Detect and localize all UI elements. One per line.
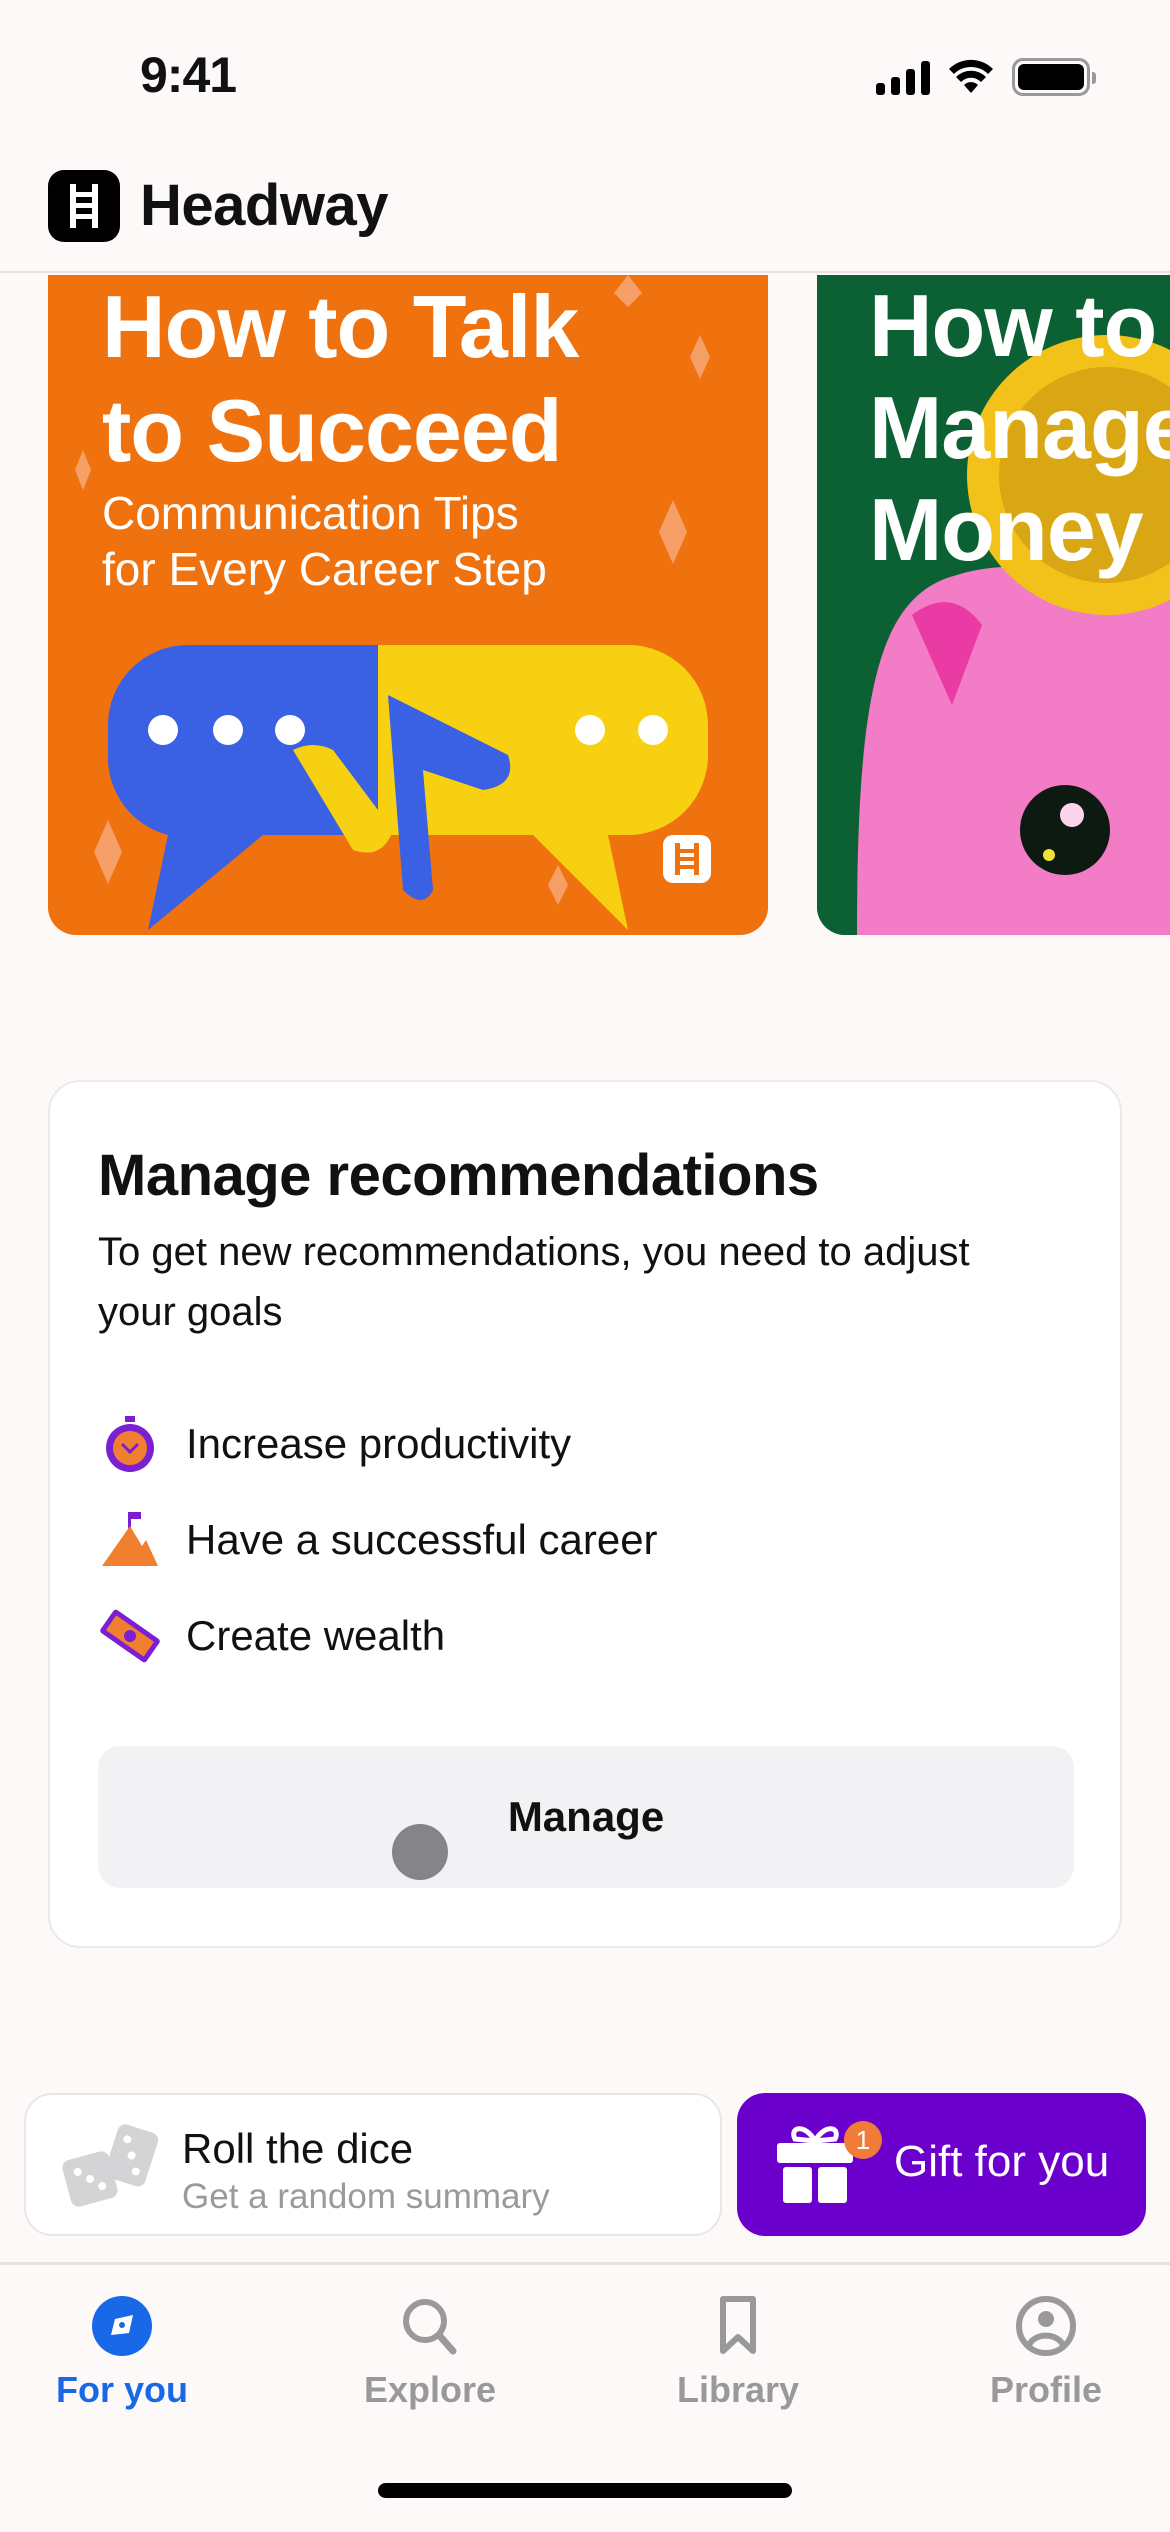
home-indicator[interactable] — [378, 2483, 792, 2498]
book-card[interactable]: How to Talk to Succeed Communication Tip… — [48, 275, 768, 935]
tab-label: For you — [56, 2369, 188, 2410]
book-card[interactable]: How to Manage Money — [817, 275, 1170, 935]
compass-icon — [92, 2296, 152, 2356]
tab-for-you[interactable]: For you — [22, 2295, 222, 2411]
goal-label: Have a successful career — [186, 1516, 658, 1563]
status-time: 9:41 — [140, 47, 237, 103]
battery-icon — [1012, 58, 1096, 96]
app-header: Headway — [0, 160, 1170, 273]
headway-logo-icon — [48, 170, 120, 242]
profile-icon — [1016, 2296, 1076, 2356]
tab-label: Profile — [989, 2369, 1103, 2410]
book-title: How to Talk to Succeed — [102, 277, 579, 480]
goal-item: Increase productivity — [98, 1412, 571, 1476]
dice-icon — [60, 2117, 160, 2222]
gift-label: Gift for you — [894, 2137, 1110, 2186]
tab-explore[interactable]: Explore — [330, 2295, 530, 2411]
gift-for-you-button[interactable]: 1 Gift for you — [737, 2093, 1146, 2236]
tab-library[interactable]: Library — [638, 2295, 838, 2411]
status-bar: 9:41 — [0, 0, 1170, 150]
banknote-icon — [98, 1604, 162, 1668]
stopwatch-icon — [98, 1412, 162, 1476]
tab-label: Library — [676, 2369, 800, 2410]
gift-badge: 1 — [844, 2121, 882, 2159]
status-icons — [876, 58, 1096, 96]
dice-subtitle: Get a random summary — [182, 2177, 550, 2216]
tab-profile[interactable]: Profile — [946, 2295, 1146, 2411]
rec-title: Manage recommendations — [98, 1143, 819, 1208]
book-subtitle: Communication Tips for Every Career Step — [102, 487, 547, 595]
cellular-signal-icon — [876, 59, 930, 95]
wifi-icon — [949, 59, 993, 93]
dice-title: Roll the dice — [182, 2125, 414, 2172]
goal-label: Create wealth — [186, 1612, 446, 1659]
search-icon — [403, 2299, 457, 2355]
manage-recommendations-card: Manage recommendations To get new recomm… — [48, 1080, 1122, 1948]
goal-label: Increase productivity — [186, 1420, 572, 1467]
rec-description: To get new recommendations, you need to … — [98, 1230, 970, 1334]
gift-icon — [775, 2123, 855, 2212]
tab-label: Explore — [363, 2369, 497, 2410]
goal-item: Create wealth — [98, 1604, 445, 1668]
bookmark-icon — [720, 2296, 756, 2354]
manage-button[interactable]: Manage — [98, 1746, 1074, 1888]
goal-item: Have a successful career — [98, 1508, 658, 1572]
mountain-flag-icon — [98, 1508, 162, 1572]
book-title: How to Manage Money — [869, 276, 1170, 579]
roll-the-dice-button[interactable]: Roll the dice Get a random summary — [24, 2093, 722, 2236]
app-name: Headway — [140, 173, 388, 238]
touch-indicator — [392, 1824, 448, 1880]
book-carousel[interactable]: How to Talk to Succeed Communication Tip… — [0, 275, 1170, 935]
